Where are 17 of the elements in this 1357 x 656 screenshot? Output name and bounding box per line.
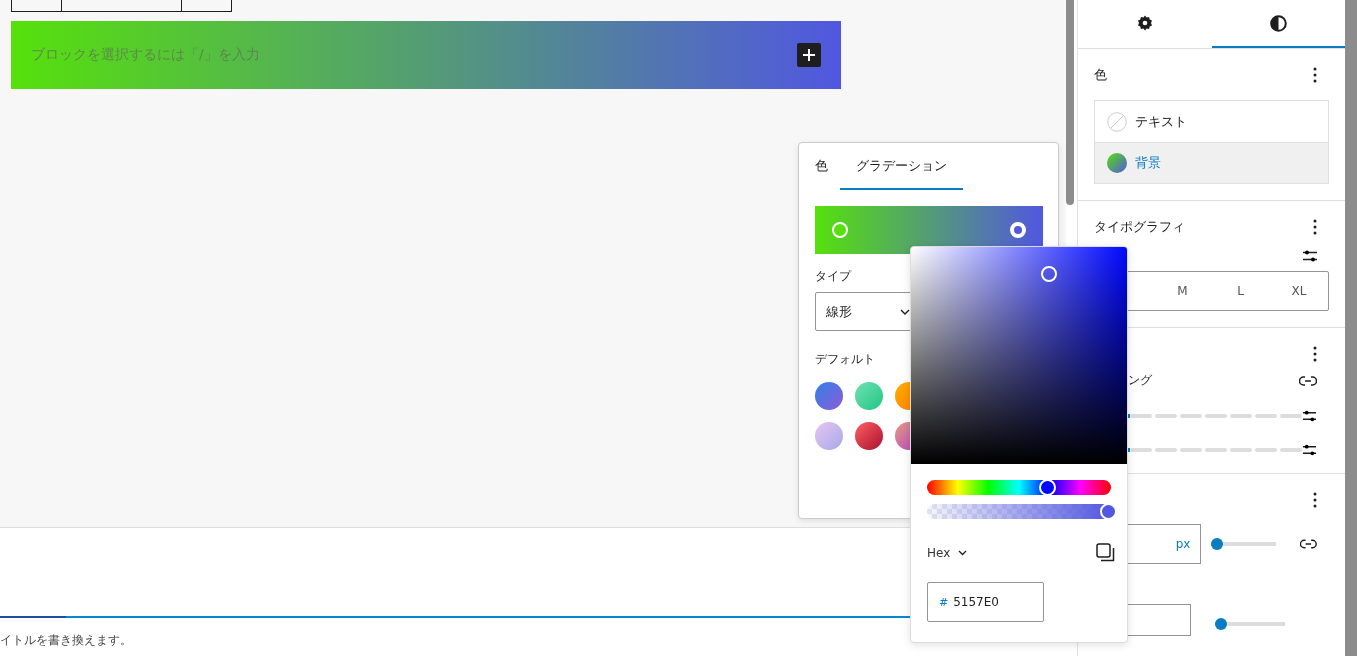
color-setting-item[interactable]: 背景 xyxy=(1095,142,1328,183)
padding-label: ング xyxy=(1128,372,1152,389)
popover-tab[interactable]: 色 xyxy=(815,143,828,190)
help-text: イトルを書き換えます。 xyxy=(0,632,133,649)
popover-tab[interactable]: グラデーション xyxy=(840,143,963,190)
format-dropdown[interactable]: Hex xyxy=(927,545,968,560)
hash-prefix: # xyxy=(939,595,949,609)
hex-value: 5157E0 xyxy=(953,595,999,609)
font-size-option[interactable]: XL xyxy=(1269,272,1328,310)
font-size-option[interactable]: M xyxy=(1153,272,1212,310)
type-label: タイプ xyxy=(815,268,853,285)
defaults-label: デフォルト xyxy=(815,351,876,368)
color-setting-item[interactable]: テキスト xyxy=(1095,101,1328,142)
font-size-option[interactable]: L xyxy=(1211,272,1270,310)
section-title: タイポグラフィ xyxy=(1094,218,1185,236)
section-title: 色 xyxy=(1094,66,1107,84)
hex-input-field[interactable]: # 5157E0 xyxy=(927,582,1044,622)
